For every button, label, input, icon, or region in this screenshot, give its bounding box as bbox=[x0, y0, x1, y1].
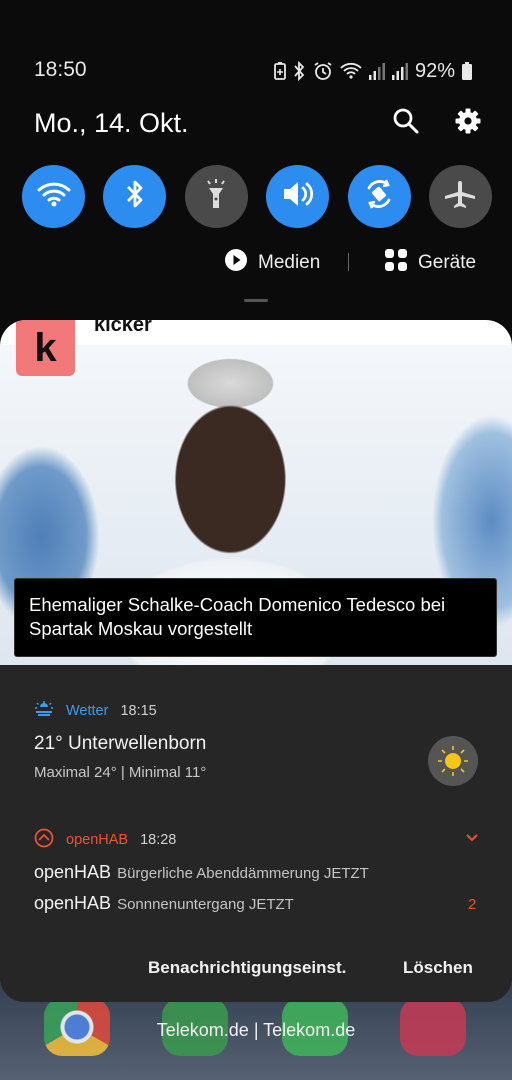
kicker-logo-icon: k bbox=[16, 320, 75, 376]
media-devices-row: Medien Geräte bbox=[0, 248, 512, 278]
sun-icon bbox=[428, 736, 478, 786]
openhab-logo-icon bbox=[34, 828, 54, 852]
airplane-icon bbox=[443, 179, 477, 214]
bluetooth-icon bbox=[293, 61, 306, 81]
battery-percent: 92% bbox=[414, 59, 455, 82]
carrier-label: Telekom.de | Telekom.de bbox=[156, 1020, 356, 1040]
airplane-toggle[interactable] bbox=[428, 165, 492, 228]
top-actions bbox=[392, 107, 482, 135]
date-label: Mo., 14. Okt. bbox=[34, 108, 189, 138]
signal-icon bbox=[391, 62, 408, 80]
sound-toggle[interactable] bbox=[266, 165, 330, 228]
divider bbox=[348, 253, 349, 271]
clear-all-button[interactable]: Löschen bbox=[403, 958, 473, 978]
kicker-header-strip: kicker bbox=[0, 320, 512, 348]
message-title: openHAB bbox=[34, 862, 112, 882]
weather-time: 18:15 bbox=[120, 703, 157, 719]
openhab-message[interactable]: openHAB Sonnnenuntergang JETZT bbox=[34, 893, 294, 914]
bluetooth-toggle[interactable] bbox=[103, 165, 167, 228]
weather-title[interactable]: 21° Unterwellenborn bbox=[34, 733, 206, 755]
devices-button[interactable]: Geräte bbox=[384, 248, 476, 278]
wifi-icon bbox=[37, 180, 71, 213]
auto-rotate-toggle[interactable] bbox=[347, 165, 411, 228]
openhab-message[interactable]: openHAB Bürgerliche Abenddämmerung JETZT bbox=[34, 862, 369, 883]
openhab-time: 18:28 bbox=[140, 832, 177, 848]
kicker-notification[interactable]: kicker k Ehemaliger Schalke-Coach Domeni… bbox=[0, 320, 512, 665]
weather-notification-header: Wetter 18:15 bbox=[34, 701, 157, 721]
settings-icon[interactable] bbox=[454, 107, 482, 135]
signal-icon bbox=[368, 62, 385, 80]
notifications-panel: Wetter 18:15 21° Unterwellenborn Maximal… bbox=[0, 665, 512, 1002]
message-text: Bürgerliche Abenddämmerung JETZT bbox=[117, 865, 369, 882]
search-icon[interactable] bbox=[392, 107, 420, 135]
alarm-icon bbox=[313, 61, 333, 81]
status-time: 18:50 bbox=[34, 58, 87, 81]
volume-icon bbox=[281, 179, 315, 214]
news-headline: Ehemaliger Schalke-Coach Domenico Tedesc… bbox=[14, 578, 497, 657]
devices-grid-icon bbox=[384, 248, 408, 278]
status-bar: 18:50 92% bbox=[34, 58, 472, 84]
flashlight-toggle[interactable] bbox=[184, 165, 248, 228]
message-text: Sonnnenuntergang JETZT bbox=[117, 896, 294, 913]
flashlight-icon bbox=[203, 178, 229, 215]
devices-label: Geräte bbox=[418, 252, 477, 273]
weather-subtitle: Maximal 24° | Minimal 11° bbox=[34, 764, 207, 781]
openhab-notification-header: openHAB 18:28 bbox=[34, 828, 176, 852]
battery-saver-icon bbox=[274, 62, 286, 80]
bluetooth-icon bbox=[124, 178, 146, 215]
message-title: openHAB bbox=[34, 893, 112, 913]
media-label: Medien bbox=[258, 252, 321, 273]
notification-settings-button[interactable]: Benachrichtigungseinst. bbox=[148, 958, 346, 978]
battery-icon bbox=[462, 62, 472, 80]
weather-app-name: Wetter bbox=[66, 703, 109, 719]
openhab-app-name: openHAB bbox=[66, 832, 129, 848]
weather-cloud-sun-icon bbox=[34, 701, 54, 721]
quick-settings-toggles bbox=[22, 165, 492, 228]
status-icons: 92% bbox=[274, 58, 472, 84]
notification-count-badge: 2 bbox=[468, 896, 477, 913]
chevron-down-icon[interactable] bbox=[464, 831, 480, 845]
play-icon bbox=[224, 248, 248, 278]
panel-drag-handle[interactable] bbox=[244, 299, 268, 302]
wifi-toggle[interactable] bbox=[22, 165, 85, 228]
kicker-app-name: kicker bbox=[94, 320, 152, 336]
rotate-icon bbox=[362, 177, 396, 216]
wifi-icon bbox=[340, 62, 362, 80]
media-button[interactable]: Medien bbox=[224, 248, 320, 278]
